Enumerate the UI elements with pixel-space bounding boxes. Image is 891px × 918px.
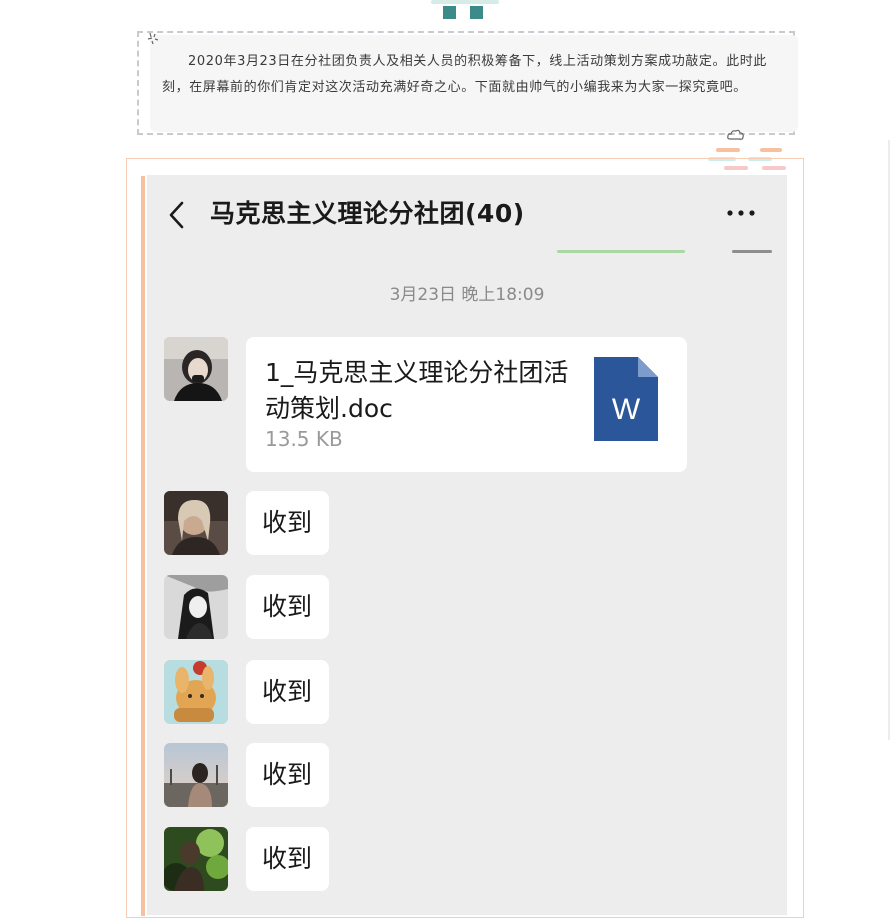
intro-card: 2020年3月23日在分社团负责人及相关人员的积极筹备下，线上活动策划方案成功敲… (150, 35, 798, 132)
banner-strip (557, 250, 685, 253)
text-message-bubble[interactable]: 收到 (246, 575, 329, 639)
avatar[interactable] (164, 337, 228, 401)
avatar[interactable] (164, 491, 228, 555)
top-deco-square (470, 6, 483, 19)
chat-screenshot: 马克思主义理论分社团(40) 3月23日 晚上18:09 1_马克思主义理论分社… (147, 175, 787, 915)
file-name: 1_马克思主义理论分社团活动策划.doc (265, 358, 569, 423)
deco-dash (716, 148, 740, 152)
text-message-bubble[interactable]: 收到 (246, 827, 329, 891)
message-text: 收到 (262, 844, 313, 873)
top-decoration (428, 0, 502, 22)
intro-paragraph: 2020年3月23日在分社团负责人及相关人员的积极筹备下，线上活动策划方案成功敲… (162, 54, 767, 95)
chat-title: 马克思主义理论分社团(40) (210, 199, 525, 228)
message-timestamp: 3月23日 晚上18:09 (389, 285, 545, 305)
deco-dash (760, 148, 782, 152)
avatar[interactable] (164, 660, 228, 724)
word-document-icon: W (594, 357, 658, 441)
top-deco-bar (431, 0, 499, 4)
banner-strip (732, 250, 772, 253)
text-message-bubble[interactable]: 收到 (246, 660, 329, 724)
avatar[interactable] (164, 743, 228, 807)
text-message-bubble[interactable]: 收到 (246, 743, 329, 807)
avatar[interactable] (164, 827, 228, 891)
message-text: 收到 (262, 592, 313, 621)
sparkle-icon (146, 31, 162, 47)
more-options-icon[interactable] (725, 203, 757, 223)
avatar[interactable] (164, 575, 228, 639)
message-text: 收到 (262, 508, 313, 537)
word-icon-letter: W (612, 393, 641, 426)
back-arrow-icon[interactable] (167, 201, 187, 229)
accent-bar (141, 176, 145, 916)
text-message-bubble[interactable]: 收到 (246, 491, 329, 555)
message-text: 收到 (262, 760, 313, 789)
file-message-bubble[interactable]: 1_马克思主义理论分社团活动策划.doc 13.5 KB W (246, 337, 687, 472)
message-text: 收到 (262, 677, 313, 706)
chat-header: 马克思主义理论分社团(40) (147, 175, 787, 253)
right-divider (888, 140, 890, 740)
top-deco-square (443, 6, 456, 19)
file-size: 13.5 KB (265, 427, 343, 451)
cloud-doodle-icon (726, 127, 746, 143)
